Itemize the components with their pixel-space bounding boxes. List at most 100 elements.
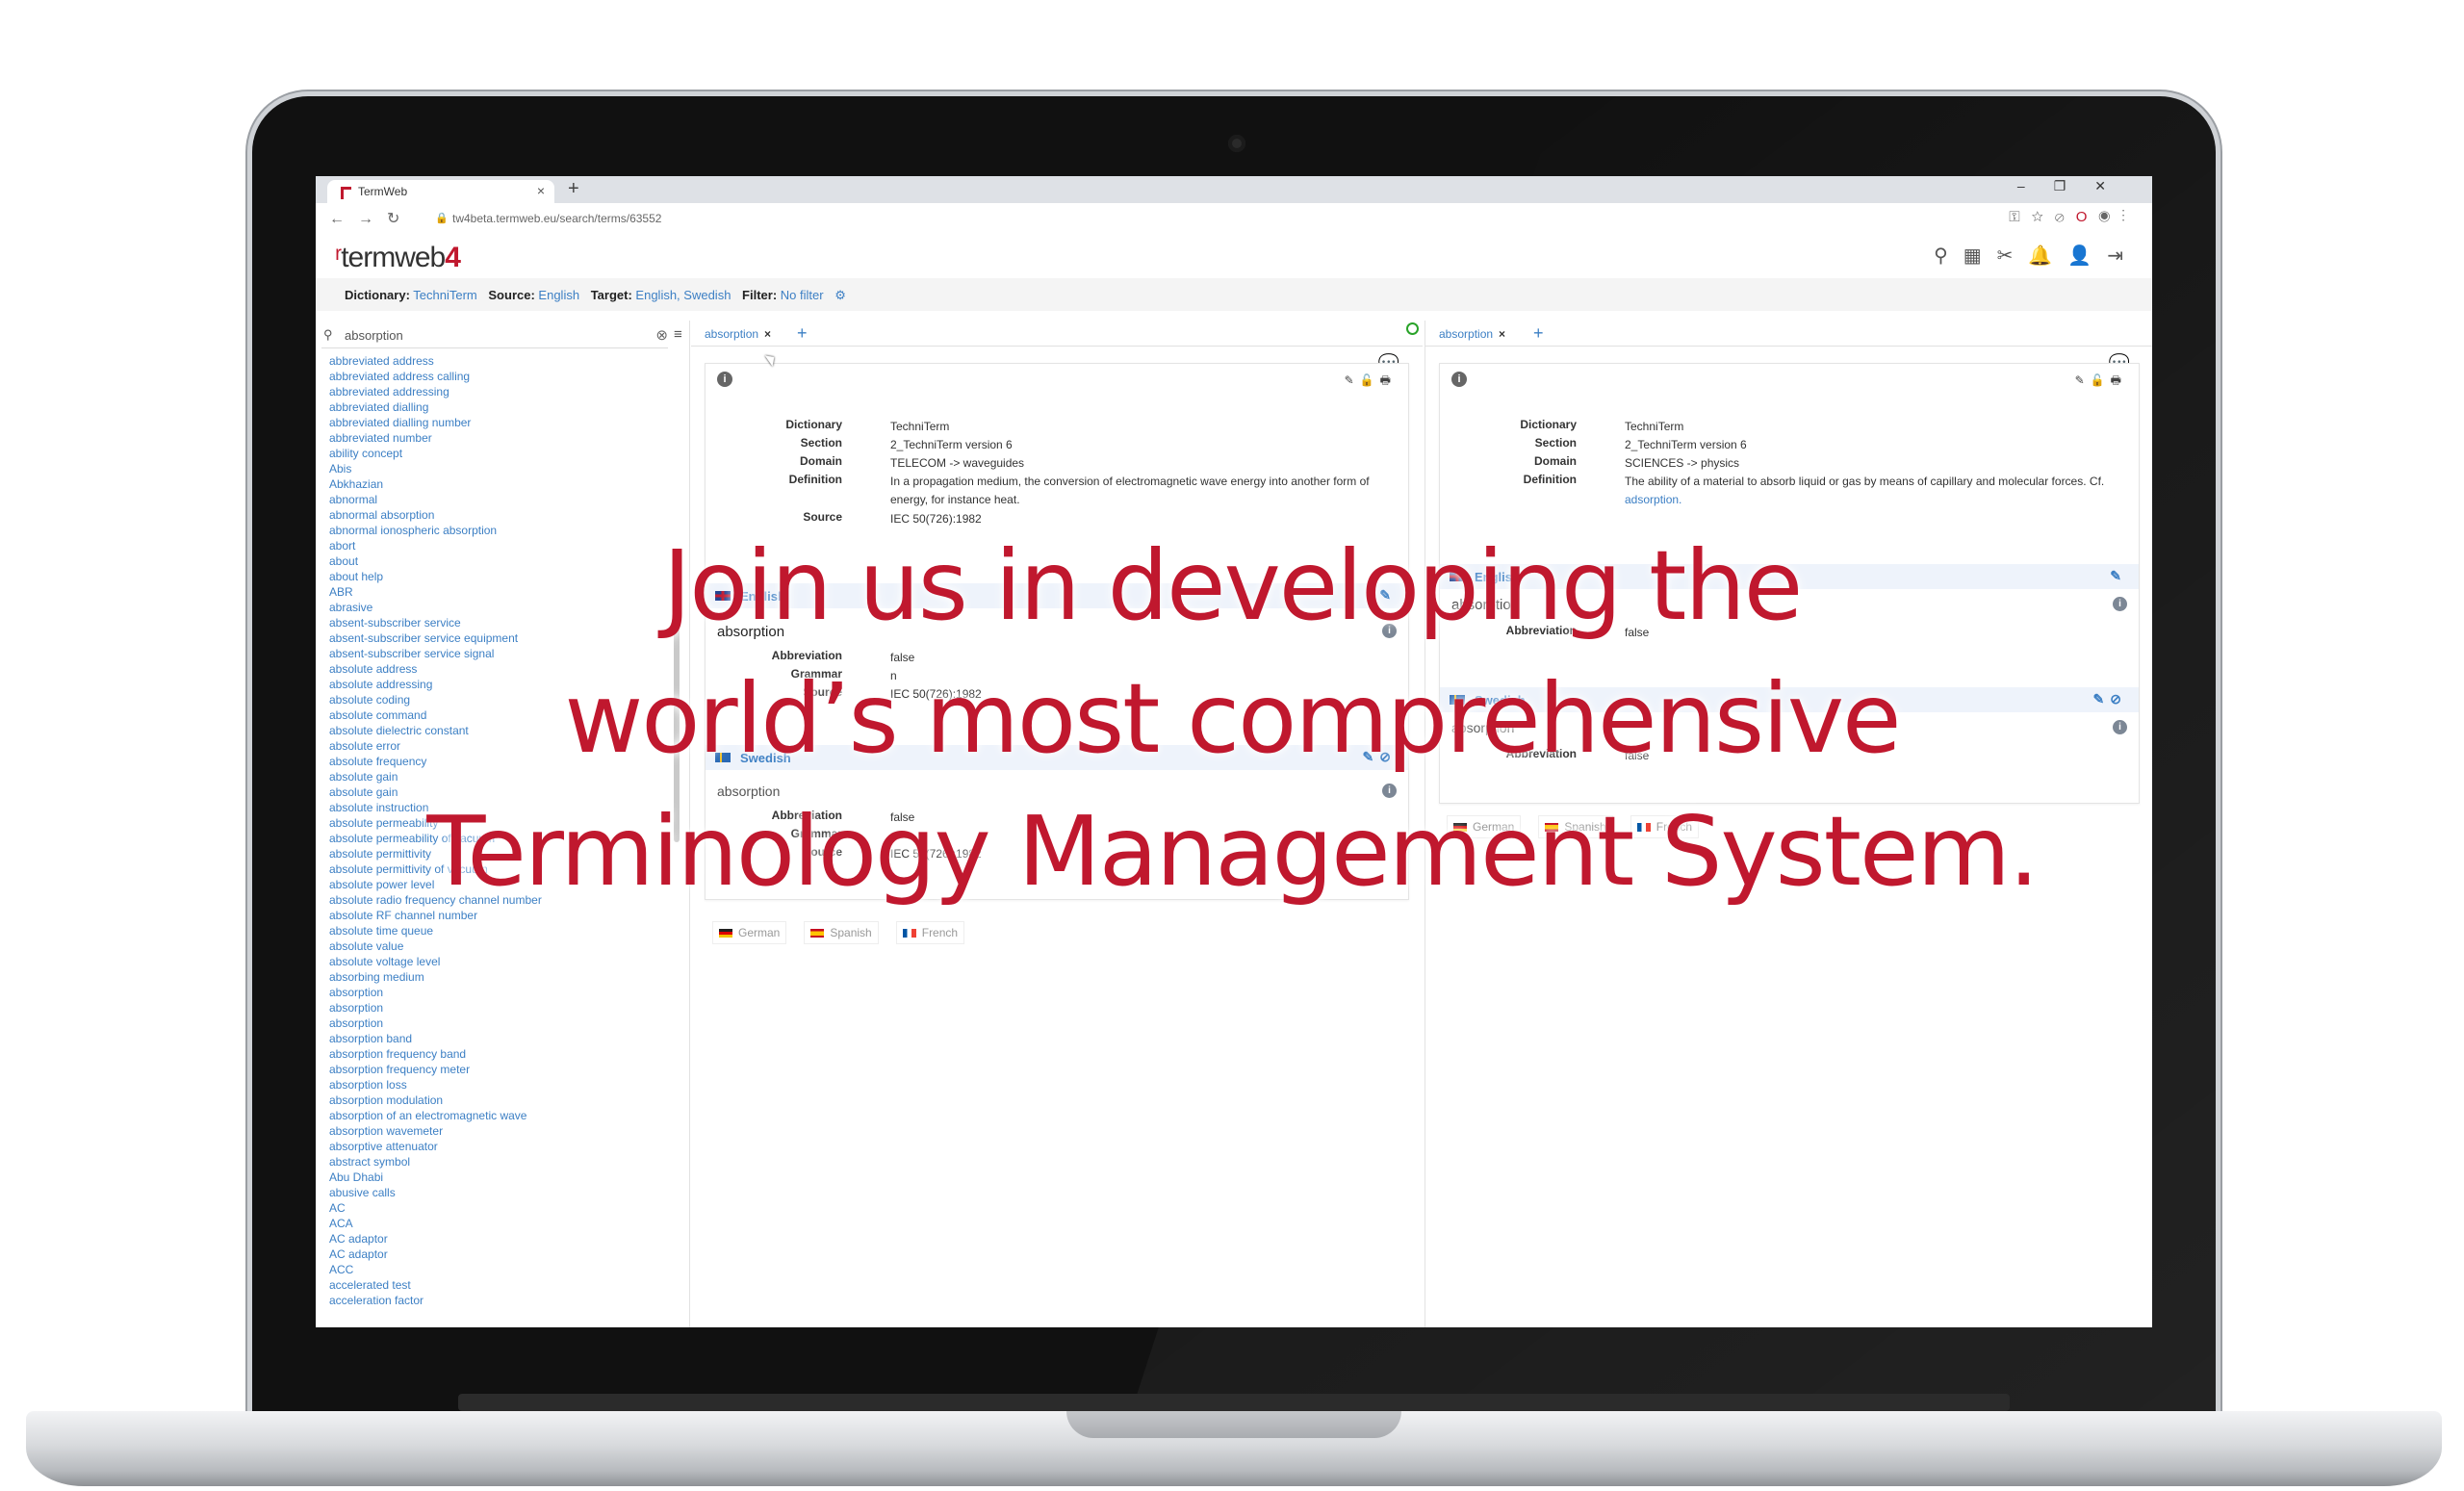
address-bar: ←→↻ 🔒 tw4beta.termweb.eu/search/terms/63… — [316, 203, 2152, 235]
term-list-item[interactable]: absorption band — [329, 1031, 676, 1046]
term-list-item[interactable]: AC adaptor — [329, 1231, 676, 1247]
search-box: ⚲ absorption ⊗ — [321, 324, 668, 348]
detail-key: Domain — [799, 454, 842, 468]
language-button-french[interactable]: French — [895, 921, 965, 944]
detail-value: TELECOM -> waveguides — [890, 456, 1025, 470]
browser-nav-icons[interactable]: ←→↻ — [329, 209, 413, 228]
url-field[interactable]: tw4beta.termweb.eu/search/terms/63552 — [452, 212, 661, 225]
entry-tool-icons[interactable]: ✎🔓🖶 — [1345, 372, 1397, 392]
term-list-item[interactable]: abnormal — [329, 492, 676, 507]
term-list-item[interactable]: abbreviated number — [329, 430, 676, 446]
term-list-item[interactable]: ACC — [329, 1262, 676, 1277]
header-icons[interactable]: ⚲▦✂🔔👤⇥ — [1934, 244, 2139, 268]
window-controls[interactable]: –❐✕ — [2017, 178, 2135, 194]
term-list-item[interactable]: absolute value — [329, 938, 676, 954]
term-list-item[interactable]: acceleration factor — [329, 1293, 676, 1308]
gear-icon[interactable]: ⚙ — [834, 288, 846, 302]
detail-value: TechniTerm — [1625, 420, 1684, 433]
pane-tab-absorption[interactable]: absorption × — [1439, 327, 1505, 341]
term-list-item[interactable]: abbreviated address — [329, 353, 676, 369]
promo-line-2: world’s most comprehensive — [564, 662, 1901, 775]
term-list-item[interactable]: abbreviated address calling — [329, 369, 676, 384]
browser-extension-icons[interactable]: ⚿☆⊘O◉⋮ — [2009, 209, 2137, 225]
term-list-item[interactable]: absorption loss — [329, 1077, 676, 1093]
dictionary-label: Dictionary: — [345, 288, 410, 302]
language-button-spanish[interactable]: Spanish — [804, 921, 879, 944]
close-pane-tab-icon[interactable]: × — [1499, 327, 1505, 341]
dictionary-value[interactable]: TechniTerm — [413, 288, 476, 302]
pane-tabs: absorption × + — [691, 321, 1423, 347]
opera-icon[interactable]: O — [2076, 209, 2099, 225]
detail-key: Dictionary — [785, 418, 842, 431]
browser-tab[interactable]: TermWeb × — [327, 180, 554, 203]
promo-line-1: Join us in developing the — [662, 529, 1804, 642]
term-list-item[interactable]: absolute time queue — [329, 923, 676, 938]
term-list-item[interactable]: Abkhazian — [329, 476, 676, 492]
term-list-item[interactable]: accelerated test — [329, 1277, 676, 1293]
detail-key: Definition — [788, 473, 842, 486]
search-input[interactable]: absorption — [345, 328, 403, 343]
source-value[interactable]: English — [538, 288, 579, 302]
detail-value: In a propagation medium, the conversion … — [890, 475, 1370, 506]
detail-key: Domain — [1533, 454, 1577, 468]
add-pane-tab-icon[interactable]: + — [1533, 323, 1544, 344]
detail-value: 2_TechniTerm version 6 — [1625, 438, 1747, 451]
term-list-item[interactable]: absorption of an electromagnetic wave — [329, 1108, 676, 1123]
promo-line-3: Terminology Management System. — [426, 795, 2039, 908]
browser-tab-title: TermWeb — [358, 185, 408, 198]
term-list-item[interactable]: AC adaptor — [329, 1247, 676, 1262]
pane-tab-absorption[interactable]: absorption × — [705, 327, 771, 341]
target-value[interactable]: English, Swedish — [635, 288, 731, 302]
add-pane-tab-icon[interactable]: + — [797, 323, 808, 344]
close-pane-tab-icon[interactable]: × — [764, 327, 771, 341]
entry-tool-icons[interactable]: ✎🔓🖶 — [2075, 372, 2127, 392]
term-list-item[interactable]: absorption — [329, 985, 676, 1000]
term-list-item[interactable]: AC — [329, 1200, 676, 1216]
clear-search-icon[interactable]: ⊗ — [655, 326, 668, 344]
hamburger-menu-icon[interactable]: ≡ — [674, 326, 682, 343]
term-list-item[interactable]: abbreviated dialling number — [329, 415, 676, 430]
detail-key: Section — [800, 436, 842, 450]
term-list-item[interactable]: absorbing medium — [329, 969, 676, 985]
info-icon[interactable]: i — [717, 372, 732, 387]
browser-tab-bar: TermWeb × + –❐✕ — [316, 176, 2152, 203]
term-list-item[interactable]: abusive calls — [329, 1185, 676, 1200]
search-icon: ⚲ — [323, 327, 333, 342]
new-tab-icon[interactable]: + — [568, 178, 579, 200]
promo-overlay: Join us in developing the world’s most c… — [0, 520, 2464, 918]
target-label: Target: — [590, 288, 632, 302]
detail-key: Definition — [1523, 473, 1577, 486]
detail-value: The ability of a material to absorb liqu… — [1625, 475, 2105, 506]
close-tab-icon[interactable]: × — [537, 183, 545, 198]
term-list-item[interactable]: absorption frequency band — [329, 1046, 676, 1062]
detail-value: SCIENCES -> physics — [1625, 456, 1740, 470]
language-button-german[interactable]: German — [712, 921, 787, 944]
term-list-item[interactable]: absolute voltage level — [329, 954, 676, 969]
term-list-item[interactable]: Abu Dhabi — [329, 1170, 676, 1185]
laptop-hinge — [458, 1394, 2010, 1411]
term-list-item[interactable]: absorption frequency meter — [329, 1062, 676, 1077]
pane-tabs: absorption × + — [1425, 321, 2152, 347]
definition-link[interactable]: adsorption. — [1625, 493, 1681, 506]
detail-value: 2_TechniTerm version 6 — [890, 438, 1013, 451]
filter-value[interactable]: No filter — [781, 288, 824, 302]
termweb-logo[interactable]: ʳtermweb4 — [335, 242, 461, 274]
term-list-item[interactable]: absorptive attenuator — [329, 1139, 676, 1154]
info-icon[interactable]: i — [1451, 372, 1467, 387]
french-flag-icon — [902, 929, 916, 938]
termweb-favicon-icon — [341, 187, 351, 199]
term-list-item[interactable]: ability concept — [329, 446, 676, 461]
laptop-notch — [1066, 1411, 1401, 1438]
term-list-item[interactable]: absorption modulation — [329, 1093, 676, 1108]
term-list-item[interactable]: abstract symbol — [329, 1154, 676, 1170]
filter-label: Filter: — [742, 288, 778, 302]
term-list-item[interactable]: Abis — [329, 461, 676, 476]
term-list-item[interactable]: abbreviated dialling — [329, 399, 676, 415]
term-list-item[interactable]: absorption — [329, 1015, 676, 1031]
app-header: ʳtermweb4 ⚲▦✂🔔👤⇥ — [316, 234, 2152, 278]
status-dot-icon — [1406, 322, 1419, 335]
term-list-item[interactable]: absorption wavemeter — [329, 1123, 676, 1139]
term-list-item[interactable]: ACA — [329, 1216, 676, 1231]
term-list-item[interactable]: absorption — [329, 1000, 676, 1015]
term-list-item[interactable]: abbreviated addressing — [329, 384, 676, 399]
